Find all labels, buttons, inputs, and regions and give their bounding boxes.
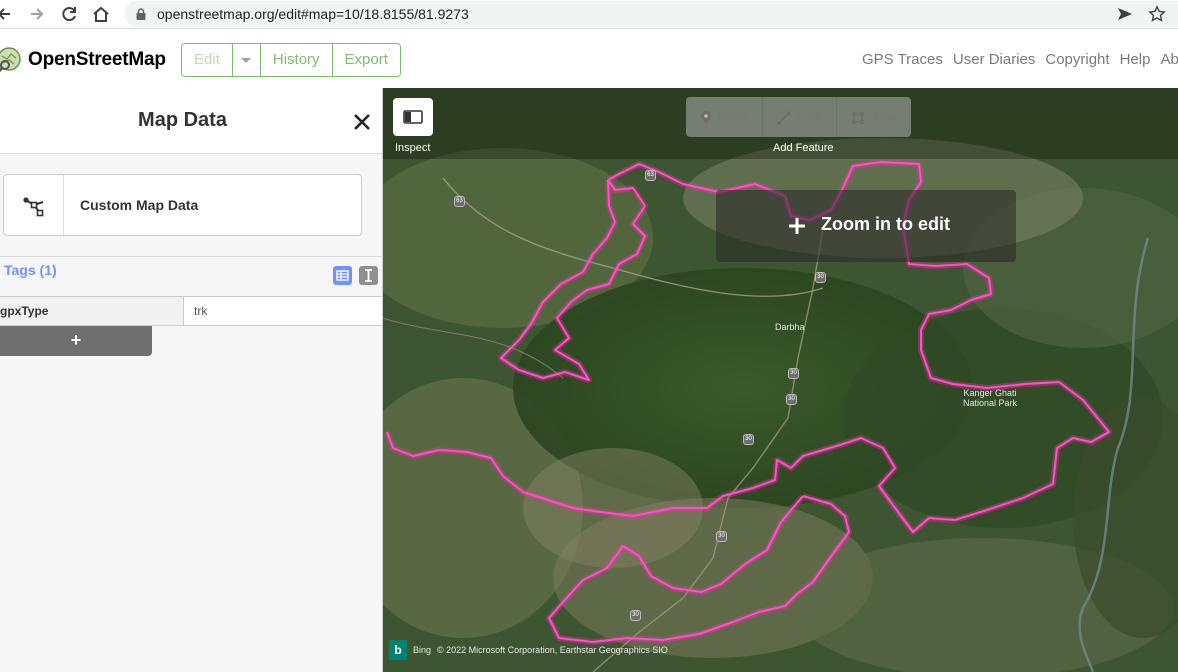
add-area-button[interactable]: Area [836,97,912,137]
road-shield: 30 [815,272,826,283]
edit-button[interactable]: Edit [182,44,233,76]
bing-logo-icon[interactable]: b [389,640,407,660]
gps-traces-link[interactable]: GPS Traces [862,51,943,68]
add-tag-button[interactable]: + [0,326,152,356]
gpx-track [384,159,1112,645]
header-links: GPS Traces User Diaries Copyright Help A… [862,51,1178,68]
bing-text: Bing [413,645,432,655]
help-link[interactable]: Help [1120,51,1151,68]
custom-data-label: Custom Map Data [80,197,199,213]
area-icon [851,111,864,124]
tag-row: gpxType trk [0,296,382,326]
sidebar-title: Map Data [138,109,227,131]
edit-button-group: Edit History Export [181,43,401,77]
tag-value-input[interactable]: trk [194,297,207,325]
road-shield: 63 [645,170,656,181]
browser-toolbar: openstreetmap.org/edit#map=10/18.8155/81… [0,0,1178,29]
lock-icon [136,8,146,20]
road-shield: 30 [743,434,754,445]
text-cursor-icon [365,269,372,282]
road-shield: 63 [454,196,465,207]
zoom-to-edit-button[interactable]: Zoom in to edit [716,190,1016,262]
star-icon[interactable] [1148,5,1166,23]
user-diaries-link[interactable]: User Diaries [953,51,1036,68]
vertex-path-icon [23,197,44,217]
export-button[interactable]: Export [332,44,400,76]
place-label-park: Kanger Ghati National Park [955,388,1025,408]
inspect-button[interactable] [393,98,433,136]
add-point-button[interactable]: Point [686,97,763,137]
text-view-button[interactable] [359,266,378,285]
logo-text[interactable]: OpenStreetMap [28,49,166,71]
add-area-label: Area [870,110,898,124]
sidebar-header: Map Data [0,88,382,154]
reload-icon[interactable] [59,4,79,24]
about-link[interactable]: About [1160,51,1178,68]
custom-map-data-item[interactable]: Custom Map Data [3,174,362,236]
chevron-down-icon [241,57,252,63]
add-point-label: Point [718,110,748,124]
osm-logo-icon[interactable] [0,46,22,72]
place-label-darbha: Darbha [775,322,805,332]
url-text: openstreetmap.org/edit#map=10/18.8155/81… [157,6,469,22]
imagery-attribution: b Bing © 2022 Microsoft Corporation, Ear… [389,640,668,660]
plus-icon [789,218,805,234]
custom-data-icon-cell [4,175,64,235]
zoom-notice-text: Zoom in to edit [821,214,950,234]
history-button[interactable]: History [260,44,333,76]
copyright-link[interactable]: Copyright [1045,51,1109,68]
map-data-sidebar: Map Data Custom Map Data Tags (1) gpxTyp… [0,88,383,672]
forward-icon[interactable] [27,4,47,24]
inspect-label: Inspect [395,142,431,154]
add-feature-group: Point Line Area [686,97,912,137]
marker-icon [701,110,711,124]
tags-toggle[interactable]: Tags (1) [4,262,57,278]
road-shield: 30 [630,610,641,621]
add-line-button[interactable]: Line [763,97,837,137]
send-icon[interactable] [1116,5,1134,23]
line-icon [777,111,791,125]
map-canvas[interactable]: 63 63 30 30 30 30 30 30 Darbha Kanger Gh… [383,88,1178,672]
add-feature-label: Add Feature [773,142,834,154]
park-label-line2: National Park [962,398,1018,408]
add-line-label: Line [797,110,822,124]
close-icon[interactable] [351,111,373,133]
park-label-line1: Kanger Ghati [963,388,1017,398]
tags-section: Tags (1) [0,256,382,296]
address-bar[interactable]: openstreetmap.org/edit#map=10/18.8155/81… [124,1,1178,27]
road-shield: 30 [788,368,799,379]
tag-key-input[interactable]: gpxType [0,297,184,325]
attribution-text[interactable]: © 2022 Microsoft Corporation, Earthstar … [437,645,668,655]
home-icon[interactable] [91,4,111,24]
road-shield: 30 [786,394,797,405]
site-header: OpenStreetMap Edit History Export GPS Tr… [0,29,1178,88]
back-icon[interactable] [0,4,14,24]
road-shield: 30 [716,531,727,542]
sidebar-toggle-icon [403,110,423,124]
table-view-button[interactable] [333,266,352,285]
edit-dropdown-button[interactable] [232,44,261,76]
table-icon [336,270,349,281]
